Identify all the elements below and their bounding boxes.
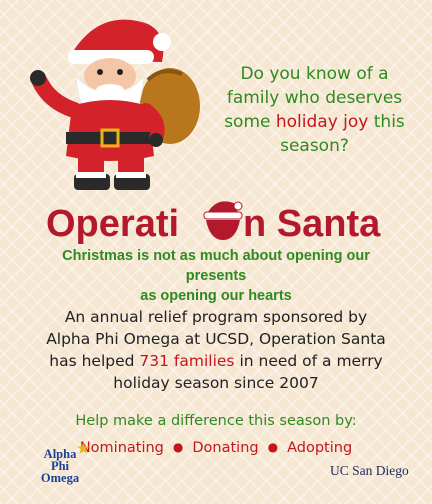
santa-illustration	[30, 19, 200, 190]
operation-santa-title: Operati n Santa	[46, 201, 381, 245]
description-text-segment: in need of a merry	[234, 352, 383, 370]
action-donating: Donating	[192, 440, 259, 456]
question-line: some holiday joy this	[212, 110, 417, 134]
description-line: holiday season since 2007	[113, 374, 319, 392]
program-description: An annual relief program sponsored by Al…	[30, 306, 402, 394]
description-line: Alpha Phi Omega at UCSD, Operation Santa	[46, 330, 386, 348]
santa-hat-o-icon	[203, 201, 243, 240]
action-list: Nominating ● Donating ● Adopting	[50, 440, 382, 456]
bullet-icon: ●	[267, 440, 279, 454]
description-line: An annual relief program sponsored by	[64, 308, 368, 326]
tagline-line: Christmas is not as much about opening o…	[62, 248, 370, 284]
description-text-segment: has helped	[49, 352, 140, 370]
bullet-icon: ●	[172, 440, 184, 454]
poster: Do you know of a family who deserves som…	[0, 0, 432, 504]
tagline: Christmas is not as much about opening o…	[40, 246, 392, 306]
uc-san-diego-logo: UC San Diego	[330, 463, 409, 478]
tagline-line: as opening our hearts	[140, 288, 292, 304]
action-adopting: Adopting	[287, 440, 353, 456]
star-icon: ★	[77, 442, 90, 457]
title-text-part2: n Santa	[243, 203, 381, 245]
question-line: season?	[280, 136, 349, 156]
question-line: family who deserves	[226, 88, 403, 108]
apo-line: Omega	[40, 471, 80, 485]
question-line: Do you know of a	[240, 64, 389, 84]
holiday-joy-highlight: holiday joy	[275, 112, 369, 132]
question-text-segment: this	[368, 112, 405, 132]
alpha-phi-omega-logo: ★ Alpha Phi Omega	[30, 443, 90, 485]
question-text: Do you know of a family who deserves som…	[212, 62, 417, 158]
description-line: has helped 731 families in need of a mer…	[30, 350, 402, 372]
call-to-action: Help make a difference this season by:	[75, 413, 357, 429]
title-text-part1: Operati	[46, 203, 179, 245]
action-nominating: Nominating	[79, 440, 164, 456]
question-text-segment: some	[224, 112, 276, 132]
families-count-highlight: 731 families	[139, 352, 235, 370]
